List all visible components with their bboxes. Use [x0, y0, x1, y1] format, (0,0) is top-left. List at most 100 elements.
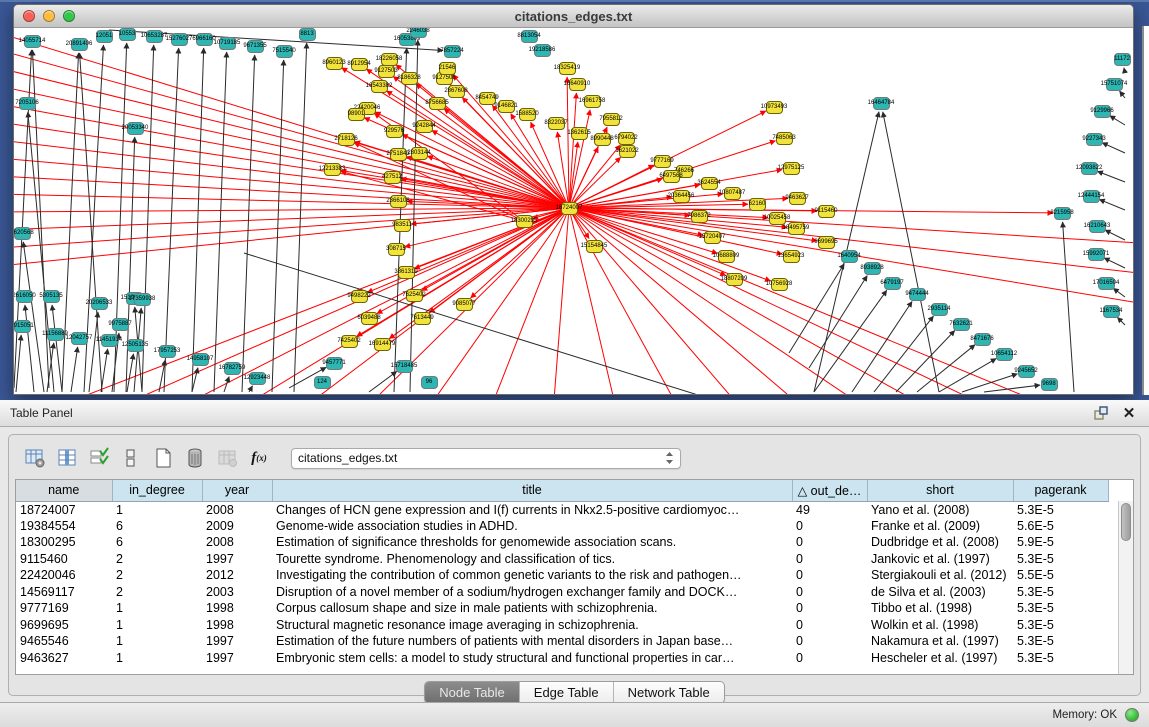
table-row[interactable]: 1830029562008Estimation of significance … [16, 534, 1108, 551]
graph-node[interactable]: 20053340 [127, 122, 144, 135]
table-cell[interactable]: 0 [792, 650, 867, 667]
graph-node[interactable]: 6497568 [663, 170, 680, 183]
graph-node[interactable]: 3915051 [14, 320, 31, 333]
graph-node[interactable]: 12923448 [249, 372, 266, 385]
vertical-scrollbar[interactable] [1118, 501, 1133, 674]
table-cell[interactable]: 9699695 [16, 617, 112, 634]
graph-node[interactable]: 2620568 [14, 227, 31, 240]
table-cell[interactable]: de Silva et al. (2003) [867, 584, 1013, 601]
graph-node[interactable]: 983511 [394, 219, 411, 232]
column-header-short[interactable]: short [867, 480, 1013, 501]
graph-node[interactable]: 308715 [388, 243, 405, 256]
graph-node[interactable]: 7613449 [414, 312, 431, 325]
table-cell[interactable]: 2 [112, 551, 202, 568]
graph-node[interactable]: 7625402 [406, 289, 423, 302]
table-row[interactable]: 977716911998Corpus callosum shape and si… [16, 600, 1108, 617]
table-cell[interactable]: Dudbridge et al. (2008) [867, 534, 1013, 551]
graph-node[interactable]: 9498222 [351, 290, 368, 303]
graph-node[interactable]: 16782759 [224, 362, 241, 375]
table-cell[interactable]: 1 [112, 501, 202, 518]
graph-node[interactable]: 427512 [384, 171, 401, 184]
graph-node[interactable]: 7955812 [603, 113, 620, 126]
graph-node[interactable]: 929576 [386, 125, 403, 138]
table-row[interactable]: 1938455462009Genome-wide association stu… [16, 518, 1108, 535]
table-cell[interactable]: 19384554 [16, 518, 112, 535]
column-header-in_degree[interactable]: in_degree [112, 480, 202, 501]
table-cell[interactable]: 0 [792, 534, 867, 551]
graph-node[interactable]: 9115460 [818, 205, 835, 218]
graph-node[interactable]: 6479197 [884, 277, 901, 290]
graph-node[interactable]: 1362615 [571, 127, 588, 140]
table-cell[interactable]: 2003 [202, 584, 272, 601]
table-cell[interactable]: 6 [112, 534, 202, 551]
table-cell[interactable]: Structural magnetic resonance image aver… [272, 617, 792, 634]
graph-node[interactable]: 15718485 [396, 360, 413, 373]
table-cell[interactable]: 1 [112, 600, 202, 617]
graph-node[interactable]: 10025458 [769, 212, 786, 225]
graph-node[interactable]: 7632621 [953, 318, 970, 331]
graph-node[interactable]: 62160 [749, 198, 766, 211]
table-cell[interactable]: 1997 [202, 551, 272, 568]
table-cell[interactable]: 9465546 [16, 633, 112, 650]
graph-node[interactable]: 10807487 [724, 187, 741, 200]
graph-node[interactable]: 9777169 [654, 155, 671, 168]
graph-node[interactable]: 20891406 [71, 38, 88, 51]
table-cell[interactable]: 1998 [202, 617, 272, 634]
table-row[interactable]: 946362711997Embryonic stem cells: a mode… [16, 650, 1108, 667]
table-cell[interactable]: 5.6E-5 [1013, 518, 1108, 535]
graph-node[interactable]: 12505135 [127, 339, 144, 352]
table-cell[interactable]: Tibbo et al. (1998) [867, 600, 1013, 617]
graph-node[interactable]: 8990448 [594, 133, 611, 146]
delete-table-icon[interactable] [181, 445, 209, 471]
tab-edge-table[interactable]: Edge Table [520, 682, 614, 703]
graph-node[interactable]: 9127503 [378, 65, 395, 78]
graph-node[interactable]: 10688809 [718, 250, 735, 263]
float-panel-icon[interactable] [1091, 404, 1111, 422]
graph-node[interactable]: 21546 [439, 62, 456, 75]
graph-node[interactable]: 8756685 [429, 97, 446, 110]
graph-node[interactable]: 96 [421, 376, 438, 389]
table-cell[interactable]: Jankovic et al. (1997) [867, 551, 1013, 568]
graph-node[interactable]: 11156889 [47, 328, 64, 341]
table-cell[interactable]: 0 [792, 633, 867, 650]
table-cell[interactable]: 5.3E-5 [1013, 650, 1108, 667]
graph-node[interactable]: 8912954 [351, 58, 368, 71]
table-cell[interactable]: 6 [112, 518, 202, 535]
graph-node[interactable]: 10973493 [766, 101, 783, 114]
graph-node[interactable]: 9474444 [909, 288, 926, 301]
graph-node[interactable]: 1167534 [1103, 305, 1120, 318]
function-builder-icon[interactable]: f(x) [245, 445, 273, 471]
graph-node[interactable]: 18495759 [788, 222, 805, 235]
graph-node[interactable]: 16464784 [873, 97, 890, 110]
graph-node[interactable]: 12213383 [324, 163, 341, 176]
scrollbar-thumb[interactable] [1121, 503, 1131, 541]
graph-node[interactable]: 8471676 [974, 333, 991, 346]
graph-node[interactable]: 9227343 [1086, 133, 1103, 146]
rows-icon[interactable] [117, 445, 145, 471]
table-cell[interactable]: 22420046 [16, 567, 112, 584]
graph-node[interactable]: 12042757 [71, 332, 88, 345]
table-row[interactable]: 946554611997Estimation of the future num… [16, 633, 1108, 650]
column-header-year[interactable]: year [202, 480, 272, 501]
table-cell[interactable]: 0 [792, 600, 867, 617]
table-cell[interactable]: Estimation of significance thresholds fo… [272, 534, 792, 551]
import-table-icon[interactable] [213, 445, 241, 471]
table-cell[interactable]: 2 [112, 584, 202, 601]
column-header-name[interactable]: name [16, 480, 112, 501]
graph-node[interactable]: 9245652 [1018, 365, 1035, 378]
graph-node[interactable]: 8454749 [479, 92, 496, 105]
graph-node[interactable]: 2751843 [390, 148, 407, 161]
table-cell[interactable]: Tourette syndrome. Phenomenology and cla… [272, 551, 792, 568]
table-cell[interactable]: 18300295 [16, 534, 112, 551]
graph-node[interactable]: 7205106 [19, 97, 36, 110]
merge-columns-icon[interactable] [53, 445, 81, 471]
graph-node[interactable]: 10654112 [996, 348, 1013, 361]
graph-node[interactable]: 18226058 [381, 53, 398, 66]
graph-node[interactable]: 1588520 [519, 108, 536, 121]
graph-node[interactable]: 18325419 [559, 62, 576, 75]
graph-node[interactable]: 7515540 [276, 45, 293, 58]
graph-node[interactable]: 14958107 [192, 353, 209, 366]
table-cell[interactable]: 5.3E-5 [1013, 551, 1108, 568]
graph-node[interactable]: 14055714 [24, 35, 41, 48]
table-cell[interactable]: Nakamura et al. (1997) [867, 633, 1013, 650]
